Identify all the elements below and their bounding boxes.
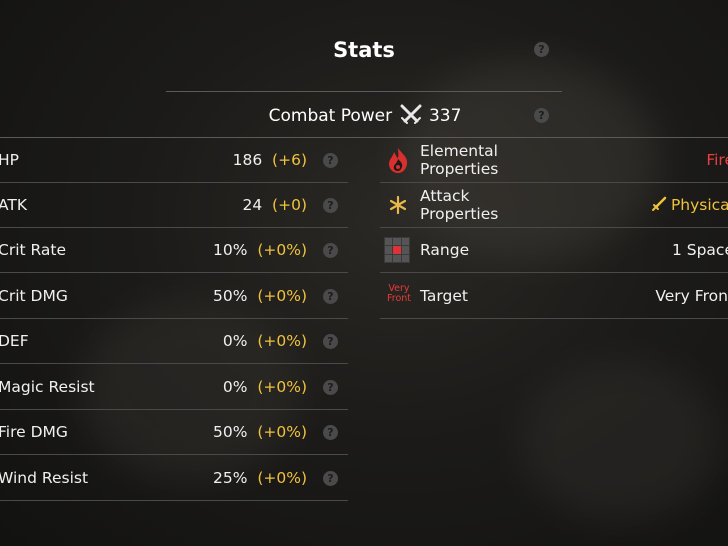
range-grid-icon	[384, 237, 410, 263]
stat-row-fire-dmg: Fire DMG 50% (+0%) ?	[0, 410, 348, 455]
stat-value: 50% (+0%)	[213, 287, 307, 305]
help-icon[interactable]: ?	[323, 243, 338, 258]
divider	[0, 454, 348, 455]
help-icon[interactable]: ?	[534, 42, 549, 57]
property-label: Attack Properties	[420, 187, 499, 223]
stat-label: ATK	[0, 196, 28, 214]
stat-value: 0% (+0%)	[222, 332, 307, 350]
stat-row-crit-rate: Crit Rate 10% (+0%) ?	[0, 228, 348, 273]
property-label: Target	[420, 287, 468, 305]
divider	[0, 272, 348, 273]
divider	[0, 363, 348, 364]
divider	[0, 500, 348, 501]
property-row-elemental: ElementalProperties Fire	[380, 138, 728, 183]
stat-row-crit-dmg: Crit DMG 50% (+0%) ?	[0, 274, 348, 319]
background-texture	[520, 360, 720, 520]
divider	[380, 318, 728, 319]
stat-row-hp: HP 186 (+6) ?	[0, 138, 348, 183]
sparkle-icon	[389, 195, 407, 215]
stat-row-wind-resist: Wind Resist 25% (+0%) ?	[0, 456, 348, 501]
combat-power: Combat Power 337	[240, 104, 490, 126]
property-label: Range	[420, 241, 470, 259]
page-title: Stats	[333, 38, 395, 62]
stat-value: 24 (+0)	[242, 196, 307, 214]
help-icon[interactable]: ?	[534, 108, 549, 123]
help-icon[interactable]: ?	[323, 198, 338, 213]
stat-row-def: DEF 0% (+0%) ?	[0, 319, 348, 364]
help-icon[interactable]: ?	[323, 153, 338, 168]
stat-row-atk: ATK 24 (+0) ?	[0, 183, 348, 228]
stat-value: 50% (+0%)	[213, 423, 307, 441]
divider	[380, 272, 728, 273]
property-row-attack: Attack Properties Physical	[380, 183, 728, 228]
property-value: 1 Space	[671, 241, 728, 259]
stat-value: 25% (+0%)	[213, 469, 307, 487]
stat-value: 0% (+0%)	[222, 378, 307, 396]
sword-icon	[651, 196, 667, 211]
property-row-range: Range 1 Space	[380, 228, 728, 273]
help-icon[interactable]: ?	[323, 334, 338, 349]
stat-label: Fire DMG	[0, 423, 68, 441]
help-icon[interactable]: ?	[323, 289, 338, 304]
stat-label: Crit DMG	[0, 287, 68, 305]
combat-power-label: Combat Power	[268, 106, 393, 126]
stat-value: 10% (+0%)	[213, 241, 307, 259]
property-value: Fire	[706, 151, 728, 169]
stat-label: HP	[0, 151, 20, 169]
help-icon[interactable]: ?	[323, 471, 338, 486]
flame-icon	[389, 148, 408, 173]
property-value: Very Front	[655, 287, 728, 305]
stat-label: DEF	[0, 332, 29, 350]
property-label: Elemental Properties	[420, 142, 499, 178]
property-row-target: Very Front Target Very Front	[380, 274, 728, 319]
divider	[166, 91, 562, 92]
crossed-swords-icon	[400, 104, 422, 124]
help-icon[interactable]: ?	[323, 425, 338, 440]
property-value: Physical	[651, 196, 728, 214]
stat-label: Magic Resist	[0, 378, 95, 396]
stat-value: 186 (+6)	[232, 151, 307, 169]
stat-label: Wind Resist	[0, 469, 89, 487]
stat-label: Crit Rate	[0, 241, 67, 259]
help-icon[interactable]: ?	[323, 380, 338, 395]
stat-row-magic-resist: Magic Resist 0% (+0%) ?	[0, 365, 348, 410]
very-front-icon: Very Front	[386, 283, 412, 304]
combat-power-value: 337	[428, 106, 462, 126]
